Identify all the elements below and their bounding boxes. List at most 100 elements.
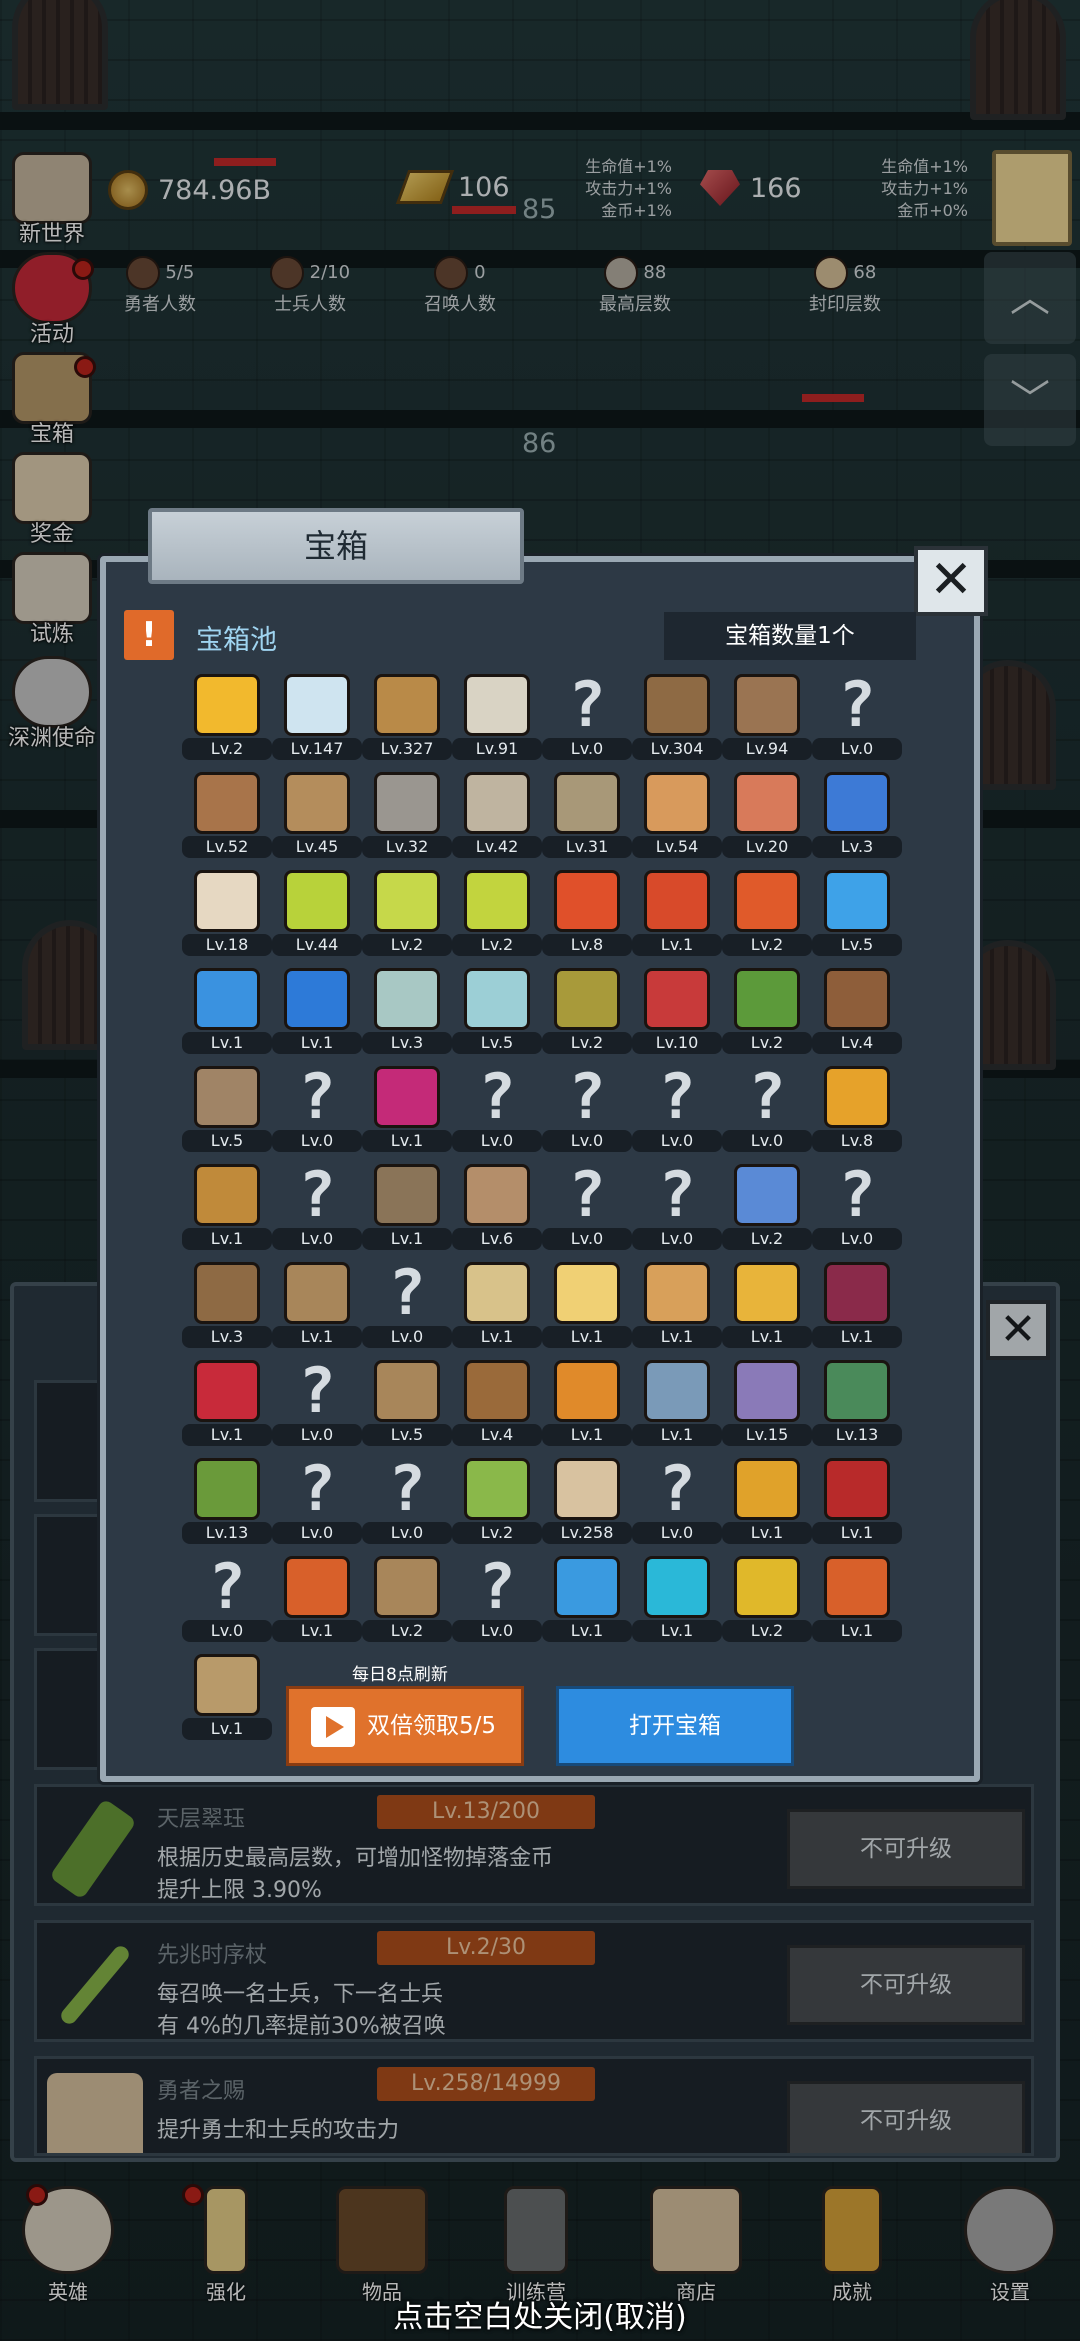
unknown-item-slot[interactable]: ? Lv.0 (272, 1458, 362, 1554)
item-slot[interactable]: Lv.1 (812, 1458, 902, 1554)
double-claim-button[interactable]: 双倍领取5/5 (286, 1686, 524, 1766)
item-icon (734, 870, 800, 932)
unknown-item-slot[interactable]: ? Lv.0 (182, 1556, 272, 1652)
unknown-item-slot[interactable]: ? Lv.0 (722, 1066, 812, 1162)
item-slot[interactable]: Lv.8 (542, 870, 632, 966)
item-slot[interactable]: Lv.147 (272, 674, 362, 770)
item-icon (734, 1164, 800, 1226)
refresh-note: 每日8点刷新 (352, 1665, 448, 1685)
item-slot[interactable]: Lv.1 (542, 1262, 632, 1358)
item-slot[interactable]: Lv.1 (632, 1360, 722, 1456)
item-level: Lv.0 (722, 1130, 812, 1152)
unknown-item-slot[interactable]: ? Lv.0 (632, 1066, 722, 1162)
item-level: Lv.1 (542, 1620, 632, 1642)
item-slot[interactable]: Lv.1 (812, 1262, 902, 1358)
unknown-item-slot[interactable]: ? Lv.0 (452, 1066, 542, 1162)
item-slot[interactable]: Lv.1 (812, 1556, 902, 1652)
item-slot[interactable]: Lv.1 (632, 870, 722, 966)
unknown-item-slot[interactable]: ? Lv.0 (812, 1164, 902, 1260)
item-slot[interactable]: Lv.1 (272, 1556, 362, 1652)
unknown-item-slot[interactable]: ? Lv.0 (542, 1164, 632, 1260)
unknown-item-slot[interactable]: ? Lv.0 (812, 674, 902, 770)
item-level: Lv.1 (272, 1326, 362, 1348)
item-icon (374, 1360, 440, 1422)
item-slot[interactable]: Lv.2 (722, 1556, 812, 1652)
item-slot[interactable]: Lv.10 (632, 968, 722, 1064)
item-level: Lv.1 (182, 1718, 272, 1740)
item-level: Lv.0 (542, 738, 632, 760)
item-slot[interactable]: Lv.94 (722, 674, 812, 770)
item-slot[interactable]: Lv.3 (362, 968, 452, 1064)
item-slot[interactable]: Lv.6 (452, 1164, 542, 1260)
item-level: Lv.1 (812, 1522, 902, 1544)
item-slot[interactable]: Lv.1 (722, 1262, 812, 1358)
item-slot[interactable]: Lv.8 (812, 1066, 902, 1162)
item-slot[interactable]: Lv.1 (452, 1262, 542, 1358)
item-slot[interactable]: Lv.5 (182, 1066, 272, 1162)
item-slot[interactable]: Lv.2 (182, 674, 272, 770)
unknown-item-slot[interactable]: ? Lv.0 (452, 1556, 542, 1652)
item-slot[interactable]: Lv.42 (452, 772, 542, 868)
item-slot[interactable]: Lv.54 (632, 772, 722, 868)
item-slot[interactable]: Lv.2 (722, 1164, 812, 1260)
item-slot[interactable]: Lv.5 (452, 968, 542, 1064)
unknown-item-slot[interactable]: ? Lv.0 (272, 1360, 362, 1456)
item-level: Lv.0 (812, 1228, 902, 1250)
item-slot[interactable]: Lv.45 (272, 772, 362, 868)
item-slot[interactable]: Lv.1 (182, 1164, 272, 1260)
modal-title: 宝箱 (148, 508, 524, 584)
item-slot[interactable]: Lv.1 (182, 1360, 272, 1456)
item-slot[interactable]: Lv.18 (182, 870, 272, 966)
item-level: Lv.0 (812, 738, 902, 760)
item-slot[interactable]: Lv.13 (182, 1458, 272, 1554)
item-slot[interactable]: Lv.2 (362, 1556, 452, 1652)
item-slot[interactable]: Lv.31 (542, 772, 632, 868)
item-slot[interactable]: Lv.4 (812, 968, 902, 1064)
item-slot[interactable]: Lv.1 (632, 1262, 722, 1358)
item-slot[interactable]: Lv.2 (542, 968, 632, 1064)
item-slot[interactable]: Lv.20 (722, 772, 812, 868)
item-slot[interactable]: Lv.44 (272, 870, 362, 966)
item-slot[interactable]: Lv.304 (632, 674, 722, 770)
unknown-item-slot[interactable]: ? Lv.0 (362, 1458, 452, 1554)
item-slot[interactable]: Lv.3 (182, 1262, 272, 1358)
item-slot[interactable]: Lv.1 (272, 1262, 362, 1358)
unknown-item-slot[interactable]: ? Lv.0 (632, 1458, 722, 1554)
item-slot[interactable]: Lv.52 (182, 772, 272, 868)
item-slot[interactable]: Lv.1 (362, 1066, 452, 1162)
unknown-item-slot[interactable]: ? Lv.0 (362, 1262, 452, 1358)
item-slot[interactable]: Lv.5 (812, 870, 902, 966)
open-chest-button[interactable]: 打开宝箱 (556, 1686, 794, 1766)
item-slot[interactable]: Lv.1 (182, 968, 272, 1064)
item-slot[interactable]: Lv.2 (362, 870, 452, 966)
unknown-item-slot[interactable]: ? Lv.0 (272, 1066, 362, 1162)
item-slot[interactable]: Lv.1 (632, 1556, 722, 1652)
item-slot[interactable]: Lv.1 (722, 1458, 812, 1554)
item-slot[interactable]: Lv.91 (452, 674, 542, 770)
item-slot[interactable]: Lv.1 (362, 1164, 452, 1260)
exclamation-icon[interactable]: ! (124, 610, 174, 660)
unknown-item-slot[interactable]: ? Lv.0 (542, 1066, 632, 1162)
unknown-item-slot[interactable]: ? Lv.0 (632, 1164, 722, 1260)
unknown-item-slot[interactable]: ? Lv.0 (272, 1164, 362, 1260)
item-slot[interactable]: Lv.4 (452, 1360, 542, 1456)
item-slot[interactable]: Lv.327 (362, 674, 452, 770)
item-slot[interactable]: Lv.1 (182, 1654, 272, 1750)
item-slot[interactable]: Lv.13 (812, 1360, 902, 1456)
item-slot[interactable]: Lv.2 (722, 968, 812, 1064)
item-slot[interactable]: Lv.3 (812, 772, 902, 868)
item-level: Lv.2 (452, 1522, 542, 1544)
modal-close-button[interactable]: ✕ (914, 546, 988, 616)
item-slot[interactable]: Lv.2 (452, 870, 542, 966)
item-slot[interactable]: Lv.1 (542, 1556, 632, 1652)
unknown-item-slot[interactable]: ? Lv.0 (542, 674, 632, 770)
item-slot[interactable]: Lv.32 (362, 772, 452, 868)
item-slot[interactable]: Lv.1 (542, 1360, 632, 1456)
item-slot[interactable]: Lv.258 (542, 1458, 632, 1554)
item-slot[interactable]: Lv.5 (362, 1360, 452, 1456)
item-slot[interactable]: Lv.1 (272, 968, 362, 1064)
item-slot[interactable]: Lv.2 (722, 870, 812, 966)
item-slot[interactable]: Lv.2 (452, 1458, 542, 1554)
item-icon (824, 968, 890, 1030)
item-slot[interactable]: Lv.15 (722, 1360, 812, 1456)
